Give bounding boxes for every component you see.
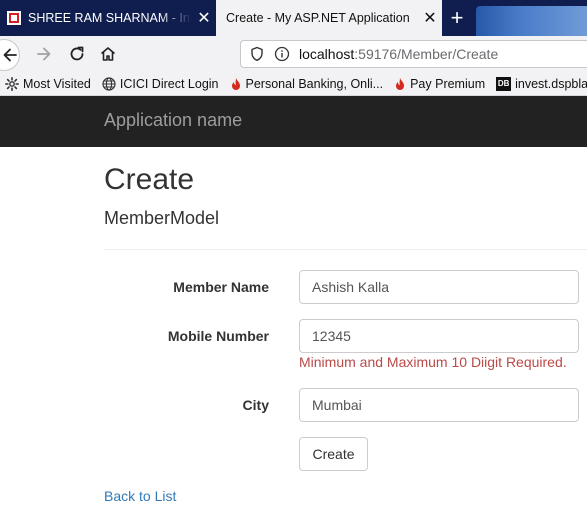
- globe-icon: [102, 76, 116, 91]
- app-brand-link[interactable]: Application name: [104, 110, 242, 131]
- page-subtitle: MemberModel: [104, 208, 220, 228]
- bookmark-label: Most Visited: [23, 76, 91, 91]
- bookmark-invest-dspblack[interactable]: DB invest.dspblack: [496, 76, 587, 91]
- background-tab-preview: [476, 6, 587, 36]
- bookmarks-toolbar: Most Visited ICICI Direct Login Personal…: [0, 72, 587, 96]
- tab-create-member[interactable]: Create - My ASP.NET Application ✕: [216, 0, 442, 36]
- member-name-input[interactable]: [299, 270, 579, 304]
- url-path: :59176/Member/Create: [354, 46, 499, 62]
- app-navbar: Application name: [0, 96, 587, 147]
- tab-title: Create - My ASP.NET Application: [226, 11, 410, 25]
- bookmark-personal-banking[interactable]: Personal Banking, Onli...: [230, 76, 384, 91]
- forward-button[interactable]: [28, 38, 60, 70]
- create-button[interactable]: Create: [299, 437, 368, 471]
- bookmark-icici-direct[interactable]: ICICI Direct Login: [102, 77, 219, 91]
- mobile-number-validation-error: Minimum and Maximum 10 Diigit Required.: [299, 354, 567, 370]
- close-tab-icon[interactable]: ✕: [192, 8, 216, 28]
- site-favicon-icon: [7, 11, 21, 25]
- arrow-left-icon: [3, 48, 17, 62]
- tab-strip: SHREE RAM SHARNAM - Internet ✕ Create - …: [0, 0, 587, 36]
- flame-icon: [396, 77, 405, 90]
- reload-icon: [70, 46, 84, 61]
- bookmark-label: Pay Premium: [410, 76, 486, 91]
- home-icon: [100, 47, 116, 61]
- home-button[interactable]: [92, 38, 124, 70]
- bookmark-label: ICICI Direct Login: [119, 76, 219, 91]
- bookmark-label: Personal Banking, Onli...: [245, 76, 384, 91]
- reload-button[interactable]: [61, 38, 93, 70]
- member-name-label: Member Name: [173, 279, 269, 295]
- back-button[interactable]: [0, 39, 20, 71]
- new-tab-button[interactable]: +: [442, 0, 472, 36]
- address-bar[interactable]: localhost:59176/Member/Create: [240, 40, 587, 68]
- shield-icon: [251, 46, 263, 61]
- page-title: Create: [104, 163, 195, 196]
- bookmark-most-visited[interactable]: Most Visited: [5, 76, 91, 91]
- db-icon: DB: [496, 76, 512, 91]
- info-icon[interactable]: [274, 46, 290, 62]
- back-to-list-link[interactable]: Back to List: [104, 488, 176, 504]
- mobile-number-label: Mobile Number: [167, 328, 269, 344]
- mobile-number-input[interactable]: [299, 319, 579, 353]
- arrow-right-icon: [37, 47, 51, 61]
- url-text: localhost:59176/Member/Create: [299, 46, 498, 62]
- gear-icon: [5, 76, 19, 91]
- tab-title: SHREE RAM SHARNAM - Internet: [28, 11, 192, 25]
- tab-shree-ram-sharnam[interactable]: SHREE RAM SHARNAM - Internet ✕: [0, 0, 216, 36]
- divider: [104, 249, 587, 250]
- navigation-toolbar: localhost:59176/Member/Create: [0, 36, 587, 72]
- flame-icon: [231, 77, 240, 90]
- url-host: localhost: [299, 46, 355, 62]
- city-input[interactable]: [299, 388, 579, 422]
- close-tab-icon[interactable]: ✕: [418, 8, 442, 28]
- bookmark-pay-premium[interactable]: Pay Premium: [394, 77, 485, 91]
- bookmark-label: invest.dspblack: [515, 76, 587, 91]
- city-label: City: [242, 397, 269, 413]
